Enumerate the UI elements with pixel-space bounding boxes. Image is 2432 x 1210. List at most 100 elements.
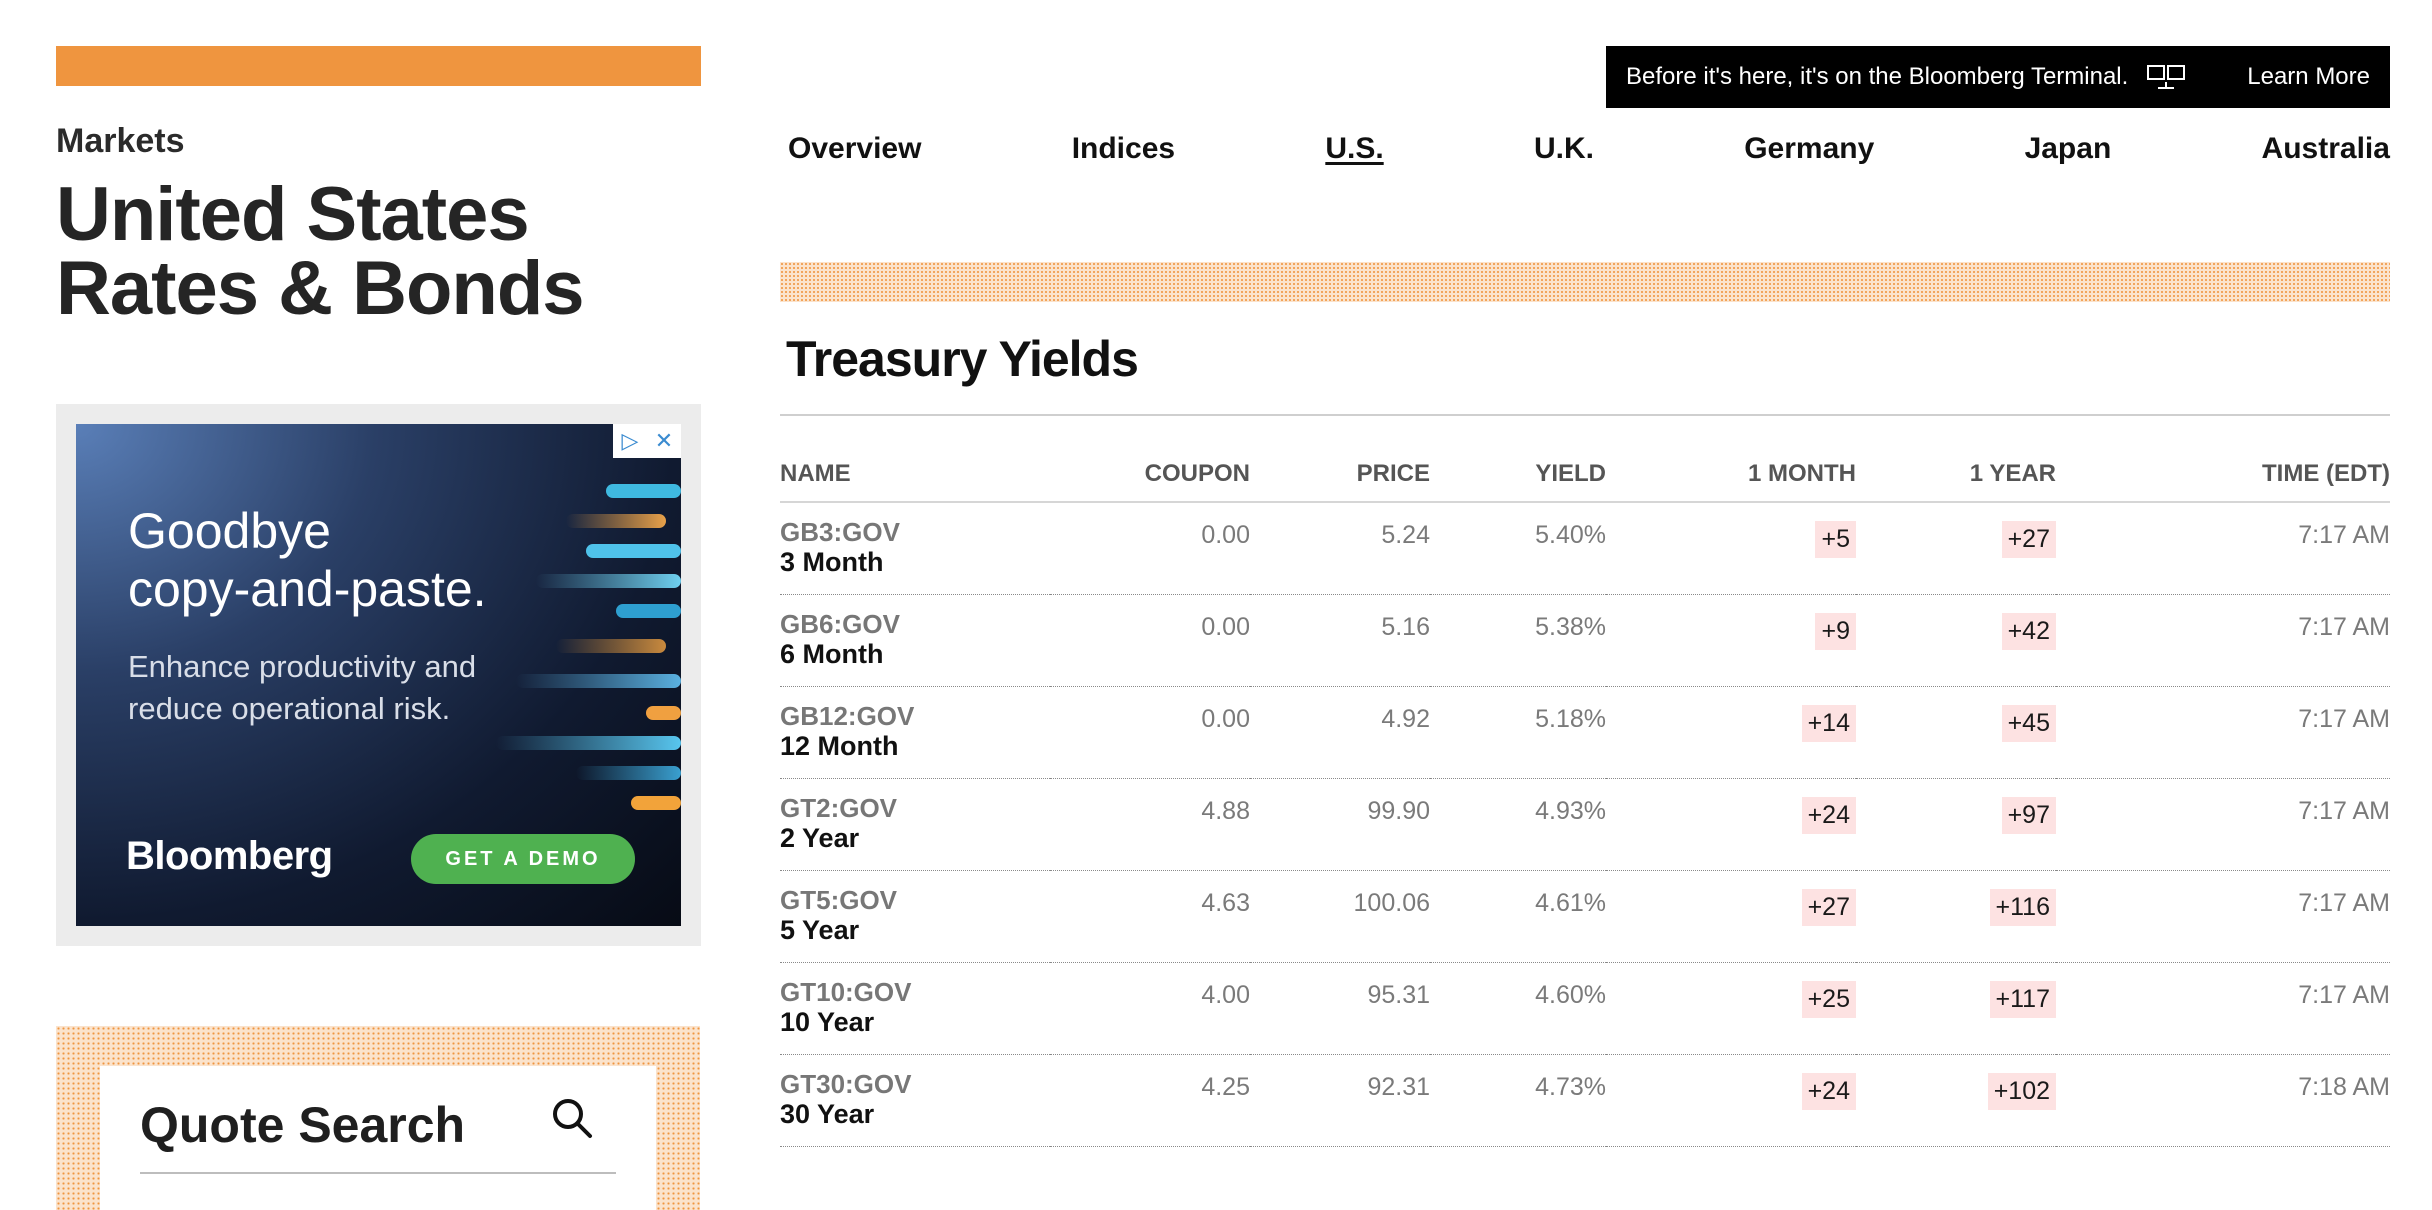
table-row[interactable]: GB6:GOV 6 Month 0.00 5.16 5.38% +9 +42 7:… <box>780 594 2390 687</box>
coupon-cell: 0.00 <box>1050 502 1250 595</box>
1-month-change: +24 <box>1801 1072 1856 1110</box>
coupon-cell: 4.00 <box>1050 962 1250 1055</box>
1-year-change: +116 <box>1989 888 2056 926</box>
terminal-promo-banner[interactable]: Before it's here, it's on the Bloomberg … <box>1606 46 2390 108</box>
price-cell: 4.92 <box>1250 686 1430 779</box>
1-year-change: +45 <box>2001 704 2056 742</box>
page-title: United States Rates & Bonds <box>56 172 585 331</box>
security-tenor: 3 Month <box>780 547 884 577</box>
header-price: PRICE <box>1250 446 1430 503</box>
quote-search-box: Quote Search <box>100 1066 656 1210</box>
table-header-row: NAME COUPON PRICE YIELD 1 MONTH 1 YEAR T… <box>780 446 2390 503</box>
terminal-icon <box>2147 65 2186 89</box>
yield-cell: 4.61% <box>1430 870 1606 963</box>
time-cell: 7:18 AM <box>2056 1054 2390 1147</box>
terminal-promo-text: Before it's here, it's on the Bloomberg … <box>1626 63 2129 90</box>
security-ticker-link[interactable]: GT5:GOV <box>780 885 1050 915</box>
security-ticker-link[interactable]: GT10:GOV <box>780 977 1050 1007</box>
security-ticker-link[interactable]: GT30:GOV <box>780 1069 1050 1099</box>
ad-subtext: Enhance productivity and reduce operatio… <box>128 649 477 726</box>
yield-cell: 4.73% <box>1430 1054 1606 1147</box>
time-cell: 7:17 AM <box>2056 962 2390 1055</box>
markets-nav: Overview Indices U.S. U.K. Germany Japan… <box>788 132 2390 166</box>
time-cell: 7:17 AM <box>2056 502 2390 595</box>
adchoices-icon[interactable]: ▷ <box>613 424 647 458</box>
yield-cell: 4.60% <box>1430 962 1606 1055</box>
yield-cell: 5.38% <box>1430 594 1606 687</box>
ad-controls: ▷ ✕ <box>613 424 681 458</box>
nav-germany[interactable]: Germany <box>1744 132 1874 166</box>
header-1-month: 1 MONTH <box>1606 446 1856 503</box>
nav-indices[interactable]: Indices <box>1072 132 1175 166</box>
price-cell: 5.16 <box>1250 594 1430 687</box>
section-divider <box>780 414 2390 416</box>
table-row[interactable]: GT10:GOV 10 Year 4.00 95.31 4.60% +25 +11… <box>780 962 2390 1055</box>
section-label: Markets <box>56 122 185 160</box>
security-tenor: 12 Month <box>780 730 899 761</box>
table-row[interactable]: GT5:GOV 5 Year 4.63 100.06 4.61% +27 +116… <box>780 870 2390 963</box>
search-icon[interactable] <box>548 1094 596 1142</box>
table-row[interactable]: GB3:GOV 3 Month 0.00 5.24 5.40% +5 +27 7:… <box>780 502 2390 595</box>
1-year-change: +102 <box>1987 1072 2056 1110</box>
security-ticker-link[interactable]: GB12:GOV <box>780 701 1050 731</box>
nav-us[interactable]: U.S. <box>1325 132 1383 166</box>
price-cell: 92.31 <box>1250 1054 1430 1147</box>
quote-search-input-underline[interactable] <box>140 1172 616 1174</box>
nav-japan[interactable]: Japan <box>2025 132 2112 166</box>
1-month-change: +24 <box>1801 796 1856 834</box>
table-row[interactable]: GB12:GOV 12 Month 0.00 4.92 5.18% +14 +45… <box>780 686 2390 779</box>
learn-more-link[interactable]: Learn More <box>2247 63 2370 91</box>
ad-banner[interactable]: ▷ ✕ Goodbye copy-and-paste. Enhance prod… <box>76 424 681 926</box>
header-time: TIME (EDT) <box>2056 446 2390 503</box>
nav-uk[interactable]: U.K. <box>1534 132 1594 166</box>
header-1-year: 1 YEAR <box>1856 446 2056 503</box>
security-tenor: 10 Year <box>780 1006 875 1037</box>
quote-search-panel: Quote Search <box>56 1026 700 1210</box>
table-row[interactable]: GT2:GOV 2 Year 4.88 99.90 4.93% +24 +97 7… <box>780 778 2390 871</box>
1-month-change: +5 <box>1815 521 1856 558</box>
1-month-change: +14 <box>1801 704 1856 742</box>
nav-australia[interactable]: Australia <box>2262 132 2390 166</box>
quote-search-title: Quote Search <box>140 1097 466 1153</box>
decorative-dot-strip <box>780 262 2390 302</box>
ad-brand-logo: Bloomberg <box>126 834 333 878</box>
time-cell: 7:17 AM <box>2056 686 2390 779</box>
coupon-cell: 0.00 <box>1050 686 1250 779</box>
coupon-cell: 4.63 <box>1050 870 1250 963</box>
security-tenor: 2 Year <box>780 822 860 853</box>
time-cell: 7:17 AM <box>2056 870 2390 963</box>
price-cell: 100.06 <box>1250 870 1430 963</box>
price-cell: 95.31 <box>1250 962 1430 1055</box>
1-year-change: +117 <box>1989 980 2056 1018</box>
security-ticker-link[interactable]: GT2:GOV <box>780 793 1050 823</box>
time-cell: 7:17 AM <box>2056 778 2390 871</box>
ad-container: ▷ ✕ Goodbye copy-and-paste. Enhance prod… <box>56 404 701 946</box>
yield-cell: 4.93% <box>1430 778 1606 871</box>
1-month-change: +9 <box>1815 612 1856 650</box>
security-tenor: 30 Year <box>780 1098 875 1129</box>
coupon-cell: 4.25 <box>1050 1054 1250 1147</box>
header-yield: YIELD <box>1430 446 1606 503</box>
ad-headline: Goodbye copy-and-paste. <box>128 503 487 617</box>
treasury-yields-title: Treasury Yields <box>786 331 1139 387</box>
security-ticker-link[interactable]: GB6:GOV <box>780 609 1050 639</box>
1-month-change: +25 <box>1801 980 1856 1018</box>
header-coupon: COUPON <box>1050 446 1250 503</box>
1-month-change: +27 <box>1801 888 1856 926</box>
1-year-change: +42 <box>2001 612 2056 650</box>
time-cell: 7:17 AM <box>2056 594 2390 687</box>
coupon-cell: 4.88 <box>1050 778 1250 871</box>
security-ticker-link[interactable]: GB3:GOV <box>780 517 1050 547</box>
price-cell: 99.90 <box>1250 778 1430 871</box>
close-icon[interactable]: ✕ <box>647 424 681 458</box>
1-year-change: +97 <box>2001 796 2056 834</box>
1-year-change: +27 <box>2001 521 2056 558</box>
nav-overview[interactable]: Overview <box>788 132 921 166</box>
coupon-cell: 0.00 <box>1050 594 1250 687</box>
get-demo-button[interactable]: GET A DEMO <box>411 834 635 884</box>
yield-cell: 5.40% <box>1430 502 1606 595</box>
treasury-yields-table: NAME COUPON PRICE YIELD 1 MONTH 1 YEAR T… <box>780 446 2390 1147</box>
table-row[interactable]: GT30:GOV 30 Year 4.25 92.31 4.73% +24 +10… <box>780 1054 2390 1147</box>
ad-graphic <box>496 474 681 834</box>
price-cell: 5.24 <box>1250 502 1430 595</box>
